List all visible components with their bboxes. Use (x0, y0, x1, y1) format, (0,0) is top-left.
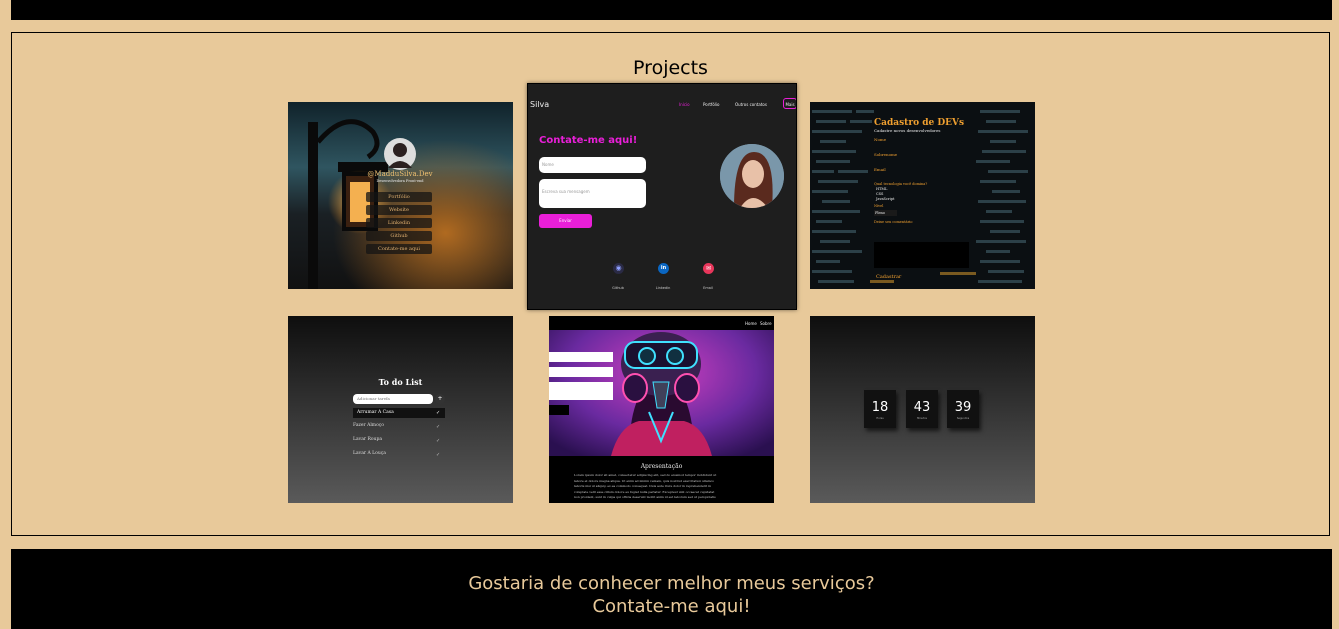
top-bar (11, 0, 1332, 20)
timer-box-seconds: 39 Segundos (947, 390, 979, 428)
project-card-cyber[interactable]: Home Sobre Apresentação Lorem ipsum dolo… (549, 316, 774, 503)
portfolio-email-icon[interactable]: ✉ (703, 263, 714, 274)
todo-item-selected[interactable]: Arrumar A Casa (353, 408, 445, 418)
todo-check-icon[interactable]: ✓ (436, 410, 440, 416)
linktree-link-portfolio[interactable]: Portfólio (366, 192, 432, 202)
timer-hours-value: 18 (871, 400, 889, 415)
todo-item[interactable]: Lavar Roupa (353, 437, 382, 442)
cyber-nav-home[interactable]: Home (745, 321, 757, 326)
linktree-link-contact[interactable]: Contate-me aqui (366, 244, 432, 254)
portfolio-nav-more[interactable]: Mais (783, 98, 796, 109)
linktree-handle: @MadduSilva.Dev (367, 170, 433, 178)
todo-check-icon[interactable]: ✓ (436, 452, 440, 458)
todo-title: To do List (378, 377, 423, 387)
todo-check-icon[interactable]: ✓ (436, 424, 440, 430)
devs-tech-html[interactable]: HTML (876, 187, 887, 191)
portfolio-github-icon[interactable]: ◉ (613, 263, 624, 274)
footer-contact-link[interactable]: Contate-me aqui! (592, 596, 750, 617)
portfolio-send-button[interactable]: Enviar (539, 214, 592, 228)
cyber-paragraph: Lorem ipsum dolor sit amet, consectetur … (574, 473, 752, 501)
devs-label-name: Nome (874, 137, 887, 142)
devs-title: Cadastro de DEVs (874, 118, 965, 128)
cyber-heading: Apresentação (640, 463, 683, 470)
timer-minutes-value: 43 (913, 400, 931, 415)
portfolio-linkedin-icon[interactable]: in (658, 263, 669, 274)
todo-check-icon[interactable]: ✓ (436, 438, 440, 444)
devs-label-email: Email (874, 167, 886, 172)
todo-item[interactable]: Fazer Almoço (353, 423, 384, 428)
portfolio-nav-contacts[interactable]: Outros contatos (735, 102, 767, 107)
portfolio-github-label: Github (612, 286, 624, 290)
cyber-form-field[interactable] (549, 367, 613, 377)
devs-label-surname: Sobrenome (874, 152, 898, 157)
project-card-todo[interactable]: To do List Adicionar tarefa + Arrumar A … (288, 316, 513, 503)
project-card-linktree[interactable]: @MadduSilva.Dev Desenvolvedora Front-end… (288, 102, 513, 289)
project-card-devs[interactable]: Cadastro de DEVs Cadastre novos desenvol… (810, 102, 1035, 289)
cyber-text-line: non proident, sunt in culpa qui officia … (574, 495, 716, 499)
devs-tech-css[interactable]: CSS (876, 192, 883, 196)
devs-input-email[interactable] (874, 173, 914, 178)
section-title: Projects (633, 57, 708, 79)
cyber-form-button[interactable] (549, 405, 569, 415)
devs-submit[interactable]: Cadastrar (876, 274, 901, 280)
portfolio-logo: Silva (530, 100, 550, 109)
linktree-link-website[interactable]: Website (366, 205, 432, 215)
project-card-portfolio[interactable]: Silva Início Portfólio Outros contatos M… (527, 83, 797, 310)
projects-section: Projects @MadduSilva.Dev Desenvolvedora … (11, 32, 1330, 536)
devs-question2: Deixe seu comentário (874, 220, 913, 224)
portfolio-linkedin-label: Linkedin (655, 286, 671, 290)
linktree-subtitle: Desenvolvedora Front-end (376, 179, 424, 183)
footer-question: Gostaria de conhecer melhor meus serviço… (468, 573, 875, 594)
devs-level-label: Nível (874, 204, 884, 208)
portfolio-heading: Contate-me aqui! (539, 135, 638, 146)
cyber-nav-about[interactable]: Sobre (760, 321, 772, 326)
timer-box-minutes: 43 Minutos (906, 390, 938, 428)
todo-item[interactable]: Lavar A Louça (353, 451, 386, 456)
todo-add-button[interactable]: + (435, 394, 445, 404)
linktree-link-github[interactable]: Github (366, 231, 432, 241)
timer-box-hours: 18 Horas (864, 390, 896, 428)
project-card-timer[interactable]: 18 Horas 43 Minutos 39 Segundos (810, 316, 1035, 503)
devs-input-surname[interactable] (874, 158, 914, 163)
timer-seconds-label: Segundos (956, 417, 970, 420)
devs-input-name[interactable] (874, 143, 914, 148)
portfolio-nav-portfolio[interactable]: Portfólio (703, 102, 719, 107)
timer-seconds-value: 39 (954, 400, 972, 415)
devs-tech-question: Qual tecnologia você domina? (874, 182, 928, 186)
devs-tech-js[interactable]: JavaScript (876, 197, 894, 201)
linktree-link-linkedin[interactable]: Linkedin (366, 218, 432, 228)
portfolio-email-label: Email (703, 286, 713, 290)
devs-subtitle: Cadastre novos desenvolvedores (874, 128, 941, 133)
portfolio-name-field[interactable]: Nome (539, 157, 646, 173)
portfolio-message-field[interactable]: Escreva sua mensagem (539, 179, 646, 208)
portfolio-nav-home[interactable]: Início (679, 102, 690, 107)
cyber-form-field[interactable] (549, 382, 613, 400)
todo-input[interactable]: Adicionar tarefa (353, 394, 433, 404)
timer-minutes-label: Minutos (917, 417, 927, 420)
contact-footer: Gostaria de conhecer melhor meus serviço… (11, 549, 1332, 629)
cyber-form-field[interactable] (549, 352, 613, 362)
timer-hours-label: Horas (876, 417, 884, 420)
devs-comment-box[interactable] (874, 242, 969, 268)
portfolio-avatar (720, 144, 784, 208)
devs-level-select[interactable]: Pleno (874, 210, 897, 216)
